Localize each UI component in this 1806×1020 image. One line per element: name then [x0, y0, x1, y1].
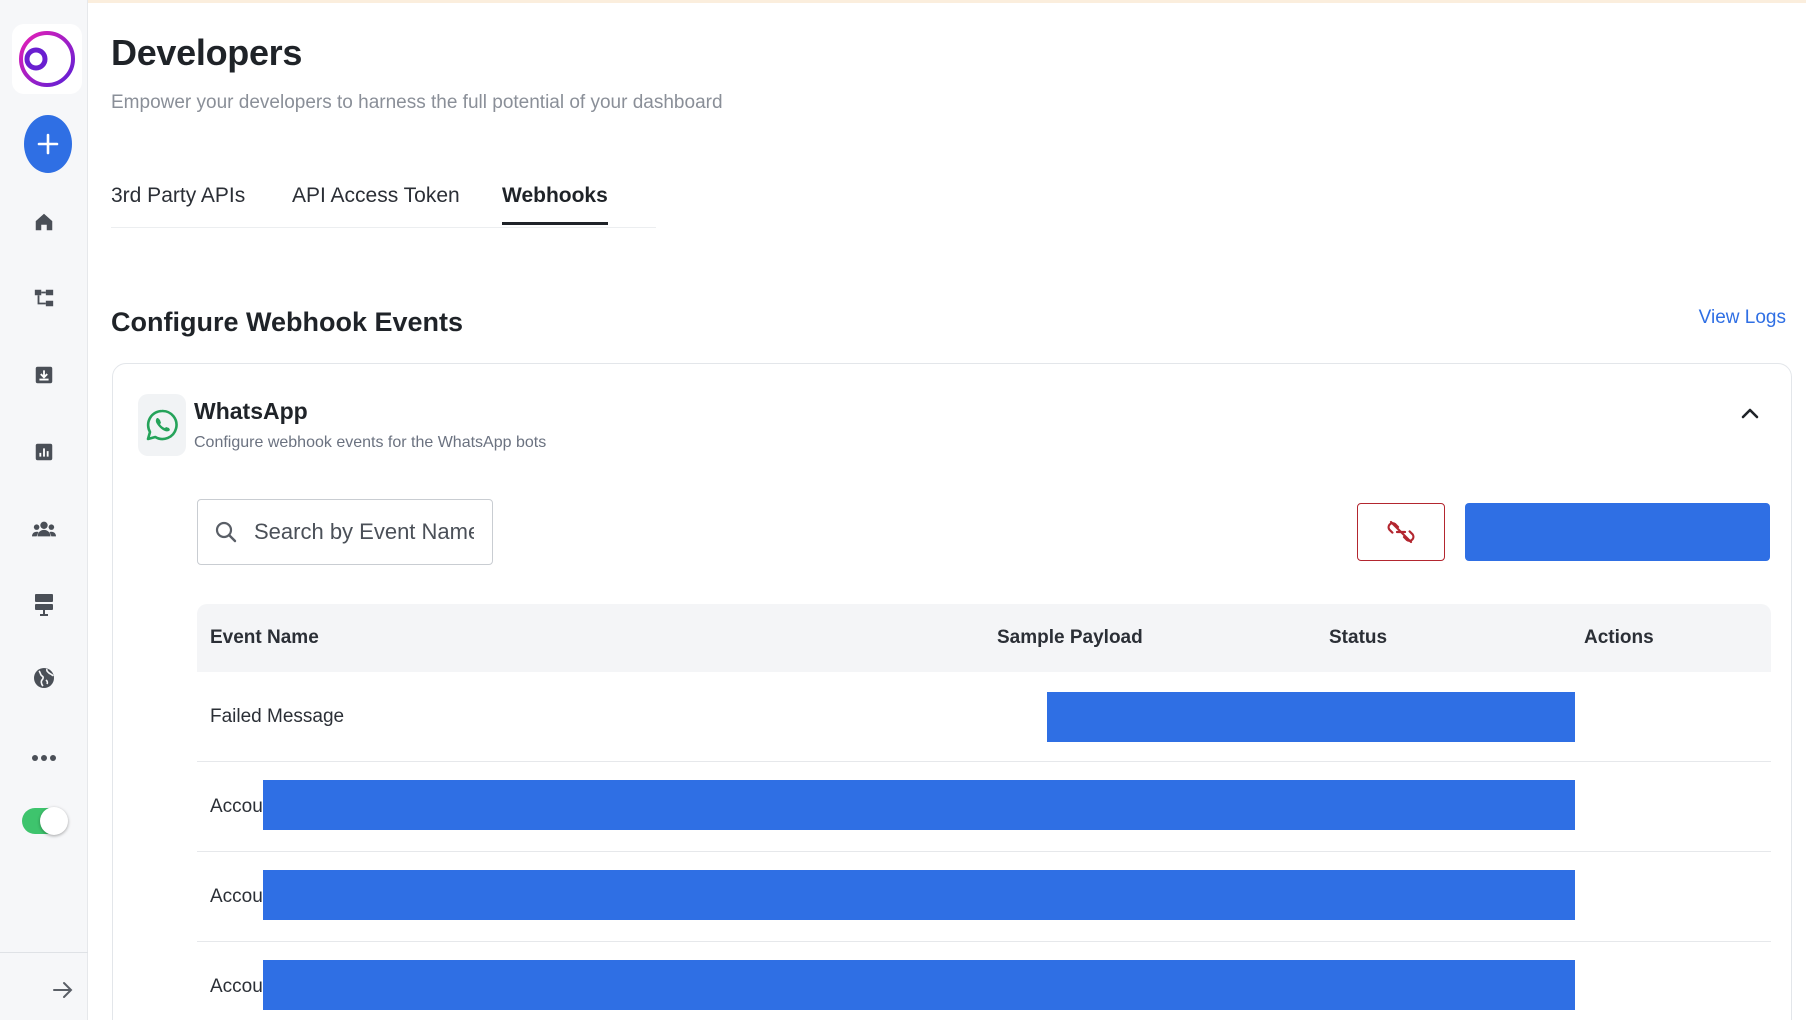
section-title: Configure Webhook Events — [111, 307, 464, 337]
table-row: Accour — [197, 942, 1771, 1020]
app-logo[interactable] — [12, 24, 82, 94]
top-border — [0, 0, 1806, 3]
column-header-event-name: Event Name — [210, 627, 319, 648]
event-name-cell: Failed Message — [210, 706, 345, 727]
home-icon — [35, 213, 53, 231]
whatsapp-webhook-card: WhatsApp Configure webhook events for th… — [112, 363, 1792, 1020]
event-name-cell: Accour — [210, 976, 270, 997]
contacts-icon — [32, 521, 56, 537]
events-table: Event Name Sample Payload Status Actions… — [197, 604, 1771, 1020]
tab-webhooks[interactable]: Webhooks — [502, 184, 608, 225]
tab-bar: 3rd Party APIs API Access Token Webhooks — [111, 180, 656, 228]
column-header-sample-payload: Sample Payload — [997, 627, 1143, 648]
column-header-actions: Actions — [1584, 627, 1654, 648]
unlink-icon — [1387, 520, 1415, 544]
sidebar-item-globe[interactable] — [28, 662, 60, 694]
more-icon — [32, 755, 56, 761]
toggle-knob — [40, 807, 68, 835]
table-row: Accour — [197, 762, 1771, 852]
search-icon — [215, 521, 237, 543]
table-row: Failed Message — [197, 672, 1771, 762]
sidebar-item-contacts[interactable] — [28, 513, 60, 545]
sidebar-item-flows[interactable] — [28, 282, 60, 314]
sidebar-item-home[interactable] — [28, 206, 60, 238]
plus-icon — [37, 133, 59, 155]
primary-action-button[interactable] — [1465, 503, 1770, 561]
redacted-block — [1047, 692, 1575, 742]
tab-api-access-token[interactable]: API Access Token — [292, 184, 460, 222]
sidebar-item-broadcast[interactable] — [28, 588, 60, 620]
sidebar-divider — [0, 952, 88, 953]
event-name-cell: Accour — [210, 886, 270, 907]
inbox-icon — [35, 366, 53, 384]
table-header: Event Name Sample Payload Status Actions — [197, 604, 1771, 672]
search-input[interactable] — [254, 519, 474, 545]
integration-description: Configure webhook events for the WhatsAp… — [194, 434, 547, 451]
disconnect-button[interactable] — [1357, 503, 1445, 561]
sidebar-item-more[interactable] — [28, 742, 60, 774]
analytics-icon — [35, 443, 53, 461]
sidebar-toggle[interactable] — [22, 807, 68, 835]
globe-icon — [34, 668, 54, 688]
search-box[interactable] — [197, 499, 493, 565]
sidebar-item-analytics[interactable] — [28, 436, 60, 468]
table-row: Accour — [197, 852, 1771, 942]
chevron-up-icon — [1741, 408, 1759, 419]
sidebar-item-inbox[interactable] — [28, 359, 60, 391]
flow-icon — [34, 289, 54, 307]
redacted-block — [263, 780, 1575, 830]
column-header-status: Status — [1329, 627, 1388, 648]
collapse-card-button[interactable] — [1737, 400, 1763, 426]
create-button[interactable] — [24, 115, 72, 173]
tab-3rd-party-apis[interactable]: 3rd Party APIs — [111, 184, 245, 222]
page-title: Developers — [111, 32, 303, 73]
expand-sidebar-button[interactable] — [48, 975, 78, 1005]
whatsapp-icon — [146, 409, 178, 441]
sidebar — [0, 0, 88, 1020]
whatsapp-logo — [138, 394, 186, 456]
broadcast-icon — [35, 594, 53, 616]
redacted-block — [263, 870, 1575, 920]
integration-name: WhatsApp — [194, 398, 308, 424]
redacted-block — [263, 960, 1575, 1010]
event-name-cell: Accour — [210, 796, 270, 817]
arrow-right-icon — [53, 982, 73, 998]
page-subtitle: Empower your developers to harness the f… — [111, 92, 723, 113]
view-logs-link[interactable]: View Logs — [1699, 307, 1786, 329]
logo-icon — [19, 31, 75, 87]
